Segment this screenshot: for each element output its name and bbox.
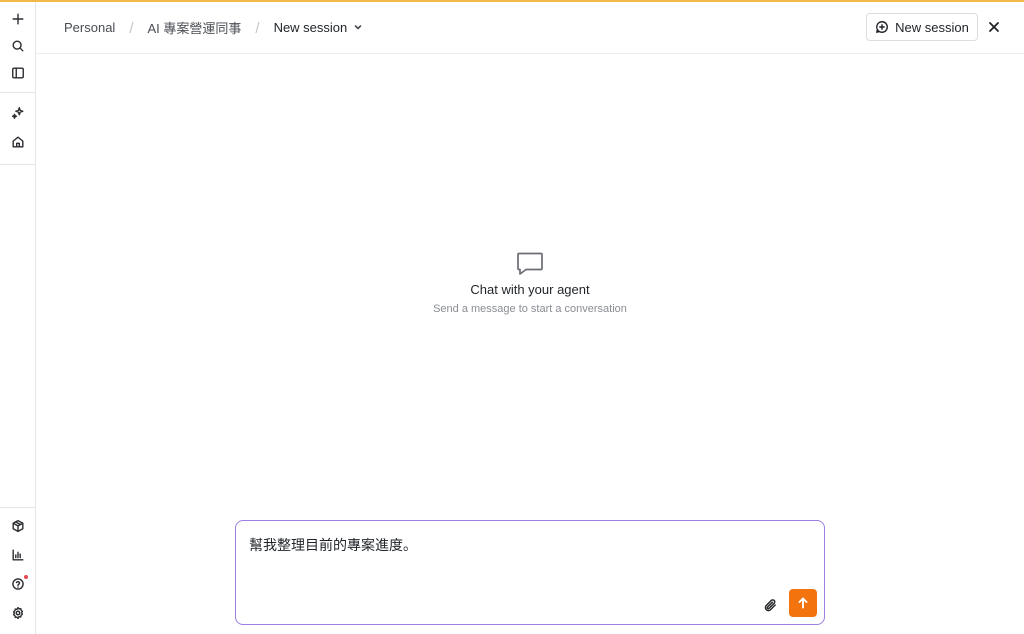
home-button[interactable] (6, 130, 30, 154)
packages-button[interactable] (6, 514, 30, 538)
search-icon (12, 40, 24, 52)
new-session-label: New session (895, 19, 969, 35)
agents-button[interactable] (6, 101, 30, 125)
chevron-down-icon (354, 25, 362, 30)
bar-chart-icon (12, 549, 24, 561)
attach-button[interactable] (760, 595, 780, 615)
sparkles-icon (11, 107, 24, 119)
sidebar-toggle-icon (12, 67, 24, 79)
new-item-button[interactable] (6, 7, 30, 31)
sidebar-toggle-button[interactable] (6, 61, 30, 85)
session-selector[interactable]: New session (274, 20, 364, 35)
analytics-button[interactable] (6, 543, 30, 567)
session-header: Personal / AI 專案營運同事 / New session New s… (36, 2, 1024, 54)
home-icon (12, 136, 24, 148)
paperclip-icon (764, 598, 776, 611)
arrow-up-icon (798, 597, 808, 609)
close-button[interactable] (983, 16, 1005, 38)
notification-dot (24, 575, 28, 579)
message-input[interactable]: 幫我整理目前的專案進度。 (249, 535, 417, 555)
settings-button[interactable] (6, 601, 30, 625)
empty-state-subtitle: Send a message to start a conversation (433, 303, 627, 315)
help-icon (12, 578, 24, 590)
empty-state-title: Chat with your agent (470, 282, 590, 297)
breadcrumb-separator: / (129, 19, 134, 37)
chat-bubble-icon (515, 248, 545, 278)
close-icon (989, 22, 999, 32)
new-session-button[interactable]: New session (866, 13, 978, 41)
package-icon (12, 519, 24, 533)
message-plus-icon (876, 21, 889, 33)
session-selector-label: New session (273, 19, 348, 35)
breadcrumb-separator: / (255, 19, 260, 37)
breadcrumb-project[interactable]: AI 專案營運同事 (147, 18, 241, 37)
rail-divider (0, 92, 35, 93)
message-composer[interactable]: 幫我整理目前的專案進度。 (235, 520, 825, 625)
rail-divider (0, 164, 35, 165)
breadcrumb: Personal / AI 專案營運同事 / New session (64, 2, 363, 52)
help-button[interactable] (6, 572, 30, 596)
rail-divider (0, 507, 35, 508)
plus-icon (12, 13, 24, 25)
left-rail (0, 2, 36, 634)
empty-state: Chat with your agent Send a message to s… (380, 248, 680, 315)
breadcrumb-personal[interactable]: Personal (64, 20, 115, 35)
settings-icon (12, 606, 24, 620)
search-button[interactable] (6, 34, 30, 58)
send-button[interactable] (789, 589, 817, 617)
